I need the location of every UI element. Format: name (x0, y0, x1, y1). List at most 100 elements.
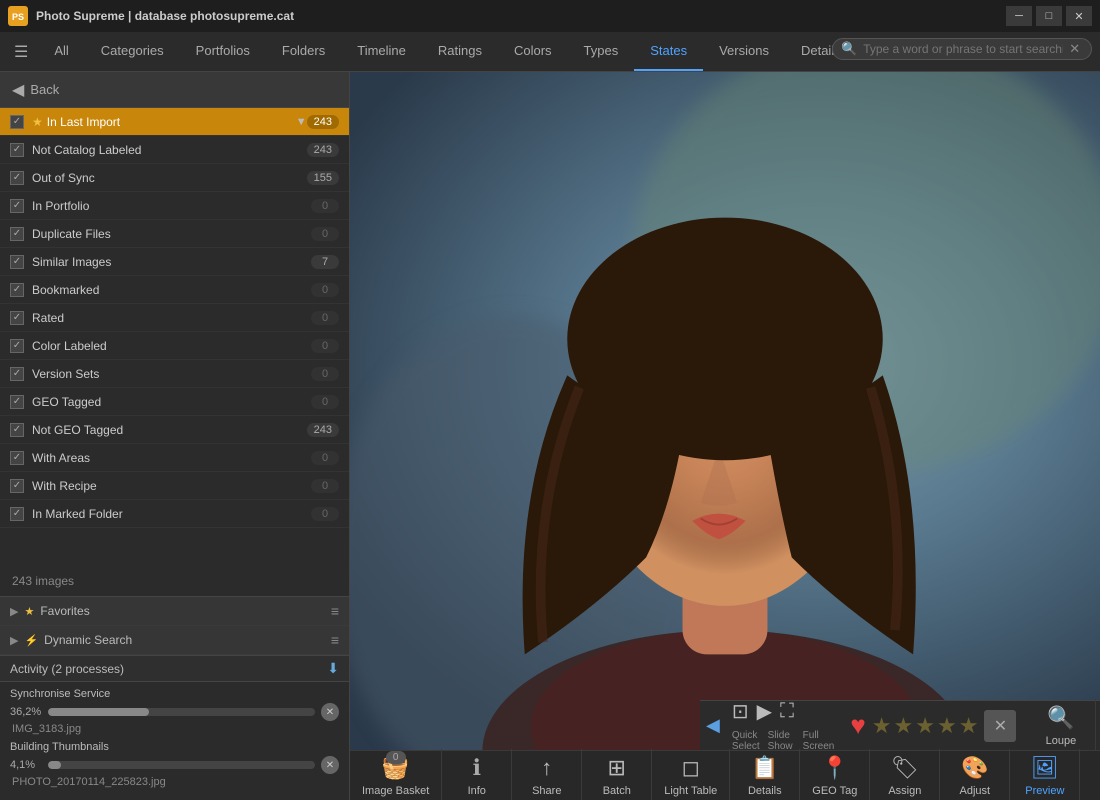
tab-categories[interactable]: Categories (85, 32, 180, 71)
loupe-button[interactable]: 🔍 Loupe (1026, 699, 1096, 753)
sidebar: ◀ Back ✓ ★ In Last Import ▼ 243 ✓ Not Ca… (0, 72, 350, 800)
filter-item-not-catalog-labeled[interactable]: ✓ Not Catalog Labeled 243 (0, 136, 349, 164)
tab-all[interactable]: All (38, 32, 84, 71)
filter-checkbox[interactable]: ✓ (10, 395, 24, 409)
tab-states[interactable]: States (634, 32, 703, 71)
areas-button[interactable]: ▣ Areas (1096, 699, 1100, 753)
sync-cancel-button[interactable]: ✕ (321, 703, 339, 721)
filter-item-with-recipe[interactable]: ✓ With Recipe 0 (0, 472, 349, 500)
filter-checkbox[interactable]: ✓ (10, 507, 24, 521)
filter-item-similar-images[interactable]: ✓ Similar Images 7 (0, 248, 349, 276)
back-button[interactable]: ◀ Back (0, 72, 349, 108)
sync-label: Synchronise Service (10, 688, 339, 700)
assign-icon: 🏷 (891, 755, 919, 781)
tab-ratings[interactable]: Ratings (422, 32, 498, 71)
thumbnail-cancel-button[interactable]: ✕ (321, 756, 339, 774)
rating-section: ⊡ ▶ ⛶ Quick Select Slide Show Full Scree… (726, 699, 840, 752)
filter-label: With Areas (32, 451, 311, 465)
filter-funnel-icon: ▼ (296, 116, 307, 128)
batch-button[interactable]: ⊞ Batch (582, 749, 652, 800)
filter-item-in-marked-folder[interactable]: ✓ In Marked Folder 0 (0, 500, 349, 528)
filter-item-bookmarked[interactable]: ✓ Bookmarked 0 (0, 276, 349, 304)
assign-button[interactable]: 🏷 Assign (870, 749, 940, 800)
image-basket-button[interactable]: 0 🧺 Image Basket (350, 749, 442, 800)
filter-item-not-geo-tagged[interactable]: ✓ Not GEO Tagged 243 (0, 416, 349, 444)
details-button[interactable]: 📋 Details (730, 749, 800, 800)
filter-checkbox[interactable]: ✓ (10, 255, 24, 269)
bottom-row-toolbar: 0 🧺 Image Basket ℹ Info ↑ Share ⊞ Batch … (350, 750, 1100, 800)
nav-back-area: ◀ (700, 715, 726, 736)
activity-down-icon[interactable]: ⬇ (327, 660, 339, 677)
nav-menu-button[interactable]: ☰ (4, 32, 38, 71)
filter-item-in-portfolio[interactable]: ✓ In Portfolio 0 (0, 192, 349, 220)
filter-item-duplicate-files[interactable]: ✓ Duplicate Files 0 (0, 220, 349, 248)
filter-item-geo-tagged[interactable]: ✓ GEO Tagged 0 (0, 388, 349, 416)
search-input[interactable] (863, 42, 1063, 56)
filter-item-with-areas[interactable]: ✓ With Areas 0 (0, 444, 349, 472)
filter-checkbox[interactable]: ✓ (10, 199, 24, 213)
sidebar-bottom: ▶ ★ Favorites ≡ ▶ ⚡ Dynamic Search ≡ Act… (0, 596, 349, 800)
tab-colors[interactable]: Colors (498, 32, 568, 71)
filter-list: ✓ ★ In Last Import ▼ 243 ✓ Not Catalog L… (0, 108, 349, 566)
menu-icon[interactable]: ≡ (331, 603, 339, 619)
filter-checkbox[interactable]: ✓ (10, 311, 24, 325)
tab-versions[interactable]: Versions (703, 32, 785, 71)
star-2[interactable]: ★ (894, 713, 914, 739)
minimize-button[interactable]: ─ (1006, 6, 1032, 26)
filter-checkbox[interactable]: ✓ (10, 423, 24, 437)
assign-label: Assign (888, 785, 921, 797)
star-4[interactable]: ★ (937, 713, 957, 739)
thumbnail-label: Building Thumbnails (10, 741, 339, 753)
filter-checkbox[interactable]: ✓ (10, 451, 24, 465)
app-icon: PS (8, 6, 28, 26)
filter-checkbox[interactable]: ✓ (10, 339, 24, 353)
light-table-button[interactable]: ◻ Light Table (652, 749, 730, 800)
dynamic-search-panel[interactable]: ▶ ⚡ Dynamic Search ≡ (0, 626, 349, 655)
light-table-icon: ◻ (682, 755, 700, 781)
svg-text:PS: PS (12, 12, 24, 22)
tab-portfolios[interactable]: Portfolios (180, 32, 266, 71)
star-3[interactable]: ★ (915, 713, 935, 739)
star-1[interactable]: ★ (872, 713, 892, 739)
full-screen-icon[interactable]: ⛶ (780, 700, 794, 723)
filter-item-in-last-import[interactable]: ✓ ★ In Last Import ▼ 243 (0, 108, 349, 136)
image-back-icon[interactable]: ◀ (706, 715, 720, 736)
quick-select-icon[interactable]: ⊡ (732, 699, 749, 724)
back-label: Back (30, 82, 59, 97)
geo-tag-button[interactable]: 📍 GEO Tag (800, 749, 870, 800)
filter-checkbox[interactable]: ✓ (10, 479, 24, 493)
share-button[interactable]: ↑ Share (512, 749, 582, 800)
progress-section: Synchronise Service 36,2% ✕ IMG_3183.jpg… (0, 682, 349, 800)
filter-checkbox[interactable]: ✓ (10, 227, 24, 241)
filter-checkbox[interactable]: ✓ (10, 143, 24, 157)
image-count: 243 images (0, 566, 349, 596)
reject-button[interactable]: ✕ (984, 710, 1016, 742)
loupe-icon: 🔍 (1047, 705, 1074, 731)
filter-checkbox[interactable]: ✓ (10, 171, 24, 185)
filter-checkbox[interactable]: ✓ (10, 367, 24, 381)
filter-item-rated[interactable]: ✓ Rated 0 (0, 304, 349, 332)
tab-timeline[interactable]: Timeline (341, 32, 422, 71)
search-clear-icon[interactable]: ✕ (1069, 41, 1080, 57)
preview-button[interactable]: 🖼 Preview (1010, 749, 1080, 800)
filter-item-out-of-sync[interactable]: ✓ Out of Sync 155 (0, 164, 349, 192)
tab-folders[interactable]: Folders (266, 32, 341, 71)
filter-checkbox[interactable]: ✓ (10, 115, 24, 129)
adjust-button[interactable]: 🎨 Adjust (940, 749, 1010, 800)
close-button[interactable]: ✕ (1066, 6, 1092, 26)
favorites-panel[interactable]: ▶ ★ Favorites ≡ (0, 597, 349, 626)
maximize-button[interactable]: □ (1036, 6, 1062, 26)
slide-show-icon[interactable]: ▶ (757, 699, 772, 724)
tab-types[interactable]: Types (568, 32, 635, 71)
details-icon: 📋 (751, 755, 778, 781)
filter-item-version-sets[interactable]: ✓ Version Sets 0 (0, 360, 349, 388)
heart-icon[interactable]: ♥ (850, 710, 865, 741)
batch-icon: ⊞ (608, 755, 626, 781)
info-button[interactable]: ℹ Info (442, 749, 512, 800)
filter-item-color-labeled[interactable]: ✓ Color Labeled 0 (0, 332, 349, 360)
star-5[interactable]: ★ (959, 713, 979, 739)
thumbnail-progress-fill (48, 761, 61, 769)
filter-checkbox[interactable]: ✓ (10, 283, 24, 297)
menu-icon[interactable]: ≡ (331, 632, 339, 648)
sync-progress-item: Synchronise Service 36,2% ✕ IMG_3183.jpg (10, 688, 339, 735)
